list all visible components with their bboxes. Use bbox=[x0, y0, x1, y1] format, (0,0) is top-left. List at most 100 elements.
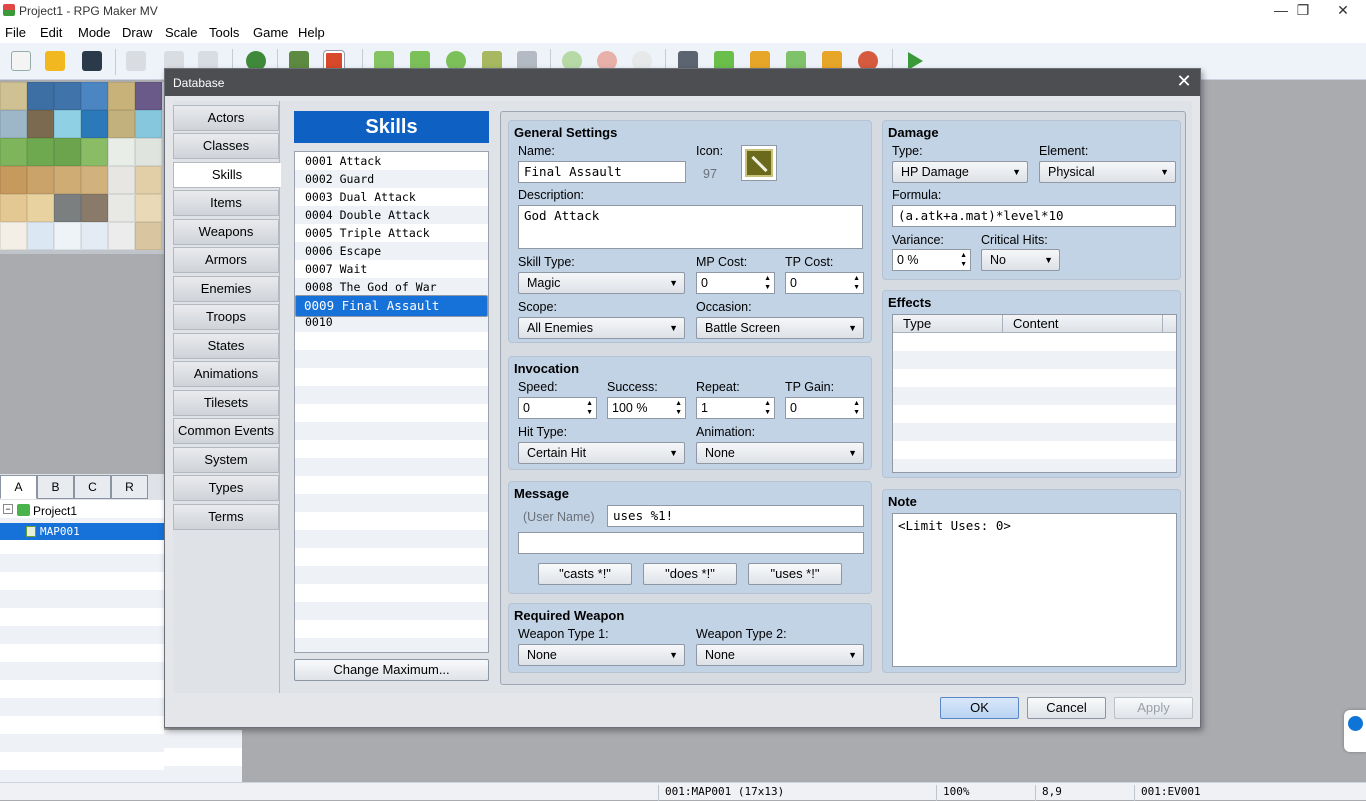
spin-arrows-icon[interactable]: ▲ ▼ bbox=[764, 399, 771, 417]
list-item[interactable]: 0005 Triple Attack bbox=[295, 224, 488, 242]
dialog-close-button[interactable]: ✕ bbox=[1174, 71, 1194, 92]
tab-states[interactable]: States bbox=[173, 333, 279, 359]
critical-hits-select[interactable]: No ▼ bbox=[981, 249, 1060, 271]
tile[interactable] bbox=[81, 194, 108, 222]
uses-template-button[interactable]: "uses *!" bbox=[748, 563, 842, 585]
spin-arrows-icon[interactable]: ▲ ▼ bbox=[764, 274, 771, 292]
spin-arrows-icon[interactable]: ▲ ▼ bbox=[675, 399, 682, 417]
spin-arrows-icon[interactable]: ▲ ▼ bbox=[586, 399, 593, 417]
note-field[interactable]: <Limit Uses: 0> bbox=[892, 513, 1177, 667]
weapon-type1-select[interactable]: None ▼ bbox=[518, 644, 685, 666]
tileset-palette[interactable] bbox=[0, 82, 164, 254]
effects-col-content[interactable]: Content bbox=[1003, 315, 1163, 333]
tile[interactable] bbox=[27, 166, 54, 194]
description-field[interactable]: God Attack bbox=[518, 205, 863, 249]
tab-system[interactable]: System bbox=[173, 447, 279, 473]
animation-select[interactable]: None ▼ bbox=[696, 442, 864, 464]
tile[interactable] bbox=[0, 222, 27, 250]
menu-tools[interactable]: Tools bbox=[209, 25, 239, 40]
tile[interactable] bbox=[27, 110, 54, 138]
tile[interactable] bbox=[54, 222, 81, 250]
tree-project[interactable]: Project1 bbox=[33, 504, 77, 518]
tile[interactable] bbox=[81, 82, 108, 110]
map-view[interactable] bbox=[246, 728, 1366, 780]
tile[interactable] bbox=[108, 194, 135, 222]
close-window-button[interactable]: ✕ bbox=[1320, 0, 1366, 22]
tile[interactable] bbox=[0, 194, 27, 222]
tp-gain-spinner[interactable]: 0 ▲ ▼ bbox=[785, 397, 864, 419]
tab-animations[interactable]: Animations bbox=[173, 361, 279, 387]
spin-arrows-icon[interactable]: ▲ ▼ bbox=[853, 399, 860, 417]
tile[interactable] bbox=[135, 222, 162, 250]
tab-enemies[interactable]: Enemies bbox=[173, 276, 279, 302]
tileset-tab-a[interactable]: A bbox=[0, 475, 37, 499]
tab-weapons[interactable]: Weapons bbox=[173, 219, 279, 245]
formula-field[interactable]: (a.atk+a.mat)*level*10 bbox=[892, 205, 1176, 227]
effects-table[interactable]: Type Content bbox=[892, 314, 1177, 473]
list-item[interactable]: 0008 The God of War bbox=[295, 278, 488, 296]
tab-tilesets[interactable]: Tilesets bbox=[173, 390, 279, 416]
effects-rows[interactable] bbox=[893, 333, 1176, 472]
new-project-icon[interactable] bbox=[11, 51, 31, 71]
tile[interactable] bbox=[27, 138, 54, 166]
tile[interactable] bbox=[54, 138, 81, 166]
open-project-icon[interactable] bbox=[45, 51, 65, 71]
list-item[interactable]: 0002 Guard bbox=[295, 170, 488, 188]
list-item[interactable]: 0006 Escape bbox=[295, 242, 488, 260]
cancel-button[interactable]: Cancel bbox=[1027, 697, 1106, 719]
tile[interactable] bbox=[0, 110, 27, 138]
tile[interactable] bbox=[81, 166, 108, 194]
tile[interactable] bbox=[27, 194, 54, 222]
mp-cost-spinner[interactable]: 0 ▲ ▼ bbox=[696, 272, 775, 294]
tile[interactable] bbox=[54, 194, 81, 222]
variance-spinner[interactable]: 0 % ▲ ▼ bbox=[892, 249, 971, 271]
change-maximum-button[interactable]: Change Maximum... bbox=[294, 659, 489, 681]
tab-actors[interactable]: Actors bbox=[173, 105, 279, 131]
tab-armors[interactable]: Armors bbox=[173, 247, 279, 273]
apply-button[interactable]: Apply bbox=[1114, 697, 1193, 719]
list-item[interactable]: 0010 bbox=[295, 313, 488, 331]
spin-arrows-icon[interactable]: ▲ ▼ bbox=[960, 251, 967, 269]
menu-help[interactable]: Help bbox=[298, 25, 325, 40]
tab-terms[interactable]: Terms bbox=[173, 504, 279, 530]
tile[interactable] bbox=[81, 138, 108, 166]
teamviewer-icon[interactable] bbox=[1344, 710, 1366, 752]
casts-template-button[interactable]: "casts *!" bbox=[538, 563, 632, 585]
message-line1-field[interactable]: uses %1! bbox=[607, 505, 864, 527]
list-item[interactable]: 0007 Wait bbox=[295, 260, 488, 278]
tab-types[interactable]: Types bbox=[173, 475, 279, 501]
tile[interactable] bbox=[135, 138, 162, 166]
hit-type-select[interactable]: Certain Hit ▼ bbox=[518, 442, 685, 464]
message-line2-field[interactable] bbox=[518, 532, 864, 554]
name-field[interactable]: Final Assault bbox=[518, 161, 686, 183]
list-item[interactable]: 0003 Dual Attack bbox=[295, 188, 488, 206]
tab-common-events[interactable]: Common Events bbox=[173, 418, 279, 444]
tile[interactable] bbox=[108, 82, 135, 110]
tile[interactable] bbox=[135, 82, 162, 110]
tile[interactable] bbox=[27, 222, 54, 250]
tile[interactable] bbox=[108, 166, 135, 194]
menu-scale[interactable]: Scale bbox=[165, 25, 198, 40]
does-template-button[interactable]: "does *!" bbox=[643, 563, 737, 585]
menu-file[interactable]: File bbox=[5, 25, 26, 40]
menu-draw[interactable]: Draw bbox=[122, 25, 152, 40]
tile[interactable] bbox=[27, 82, 54, 110]
tp-cost-spinner[interactable]: 0 ▲ ▼ bbox=[785, 272, 864, 294]
list-item[interactable]: 0001 Attack bbox=[295, 152, 488, 170]
tile[interactable] bbox=[108, 222, 135, 250]
element-select[interactable]: Physical ▼ bbox=[1039, 161, 1176, 183]
tab-skills[interactable]: Skills bbox=[173, 162, 281, 188]
tile[interactable] bbox=[54, 110, 81, 138]
ok-button[interactable]: OK bbox=[940, 697, 1019, 719]
tile[interactable] bbox=[135, 194, 162, 222]
tile[interactable] bbox=[0, 82, 27, 110]
scope-select[interactable]: All Enemies ▼ bbox=[518, 317, 685, 339]
menu-mode[interactable]: Mode bbox=[78, 25, 111, 40]
tab-troops[interactable]: Troops bbox=[173, 304, 279, 330]
spin-arrows-icon[interactable]: ▲ ▼ bbox=[853, 274, 860, 292]
tile[interactable] bbox=[108, 110, 135, 138]
tile[interactable] bbox=[0, 138, 27, 166]
tile[interactable] bbox=[135, 166, 162, 194]
speed-spinner[interactable]: 0 ▲ ▼ bbox=[518, 397, 597, 419]
skill-icon-picker[interactable] bbox=[741, 145, 777, 181]
